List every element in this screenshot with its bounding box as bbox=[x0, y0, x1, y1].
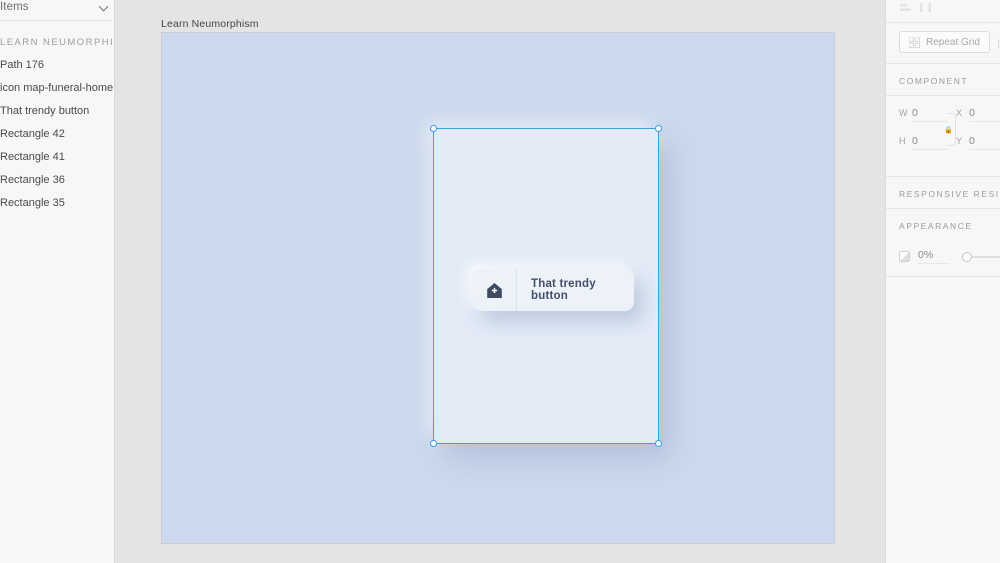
x-label: X bbox=[956, 108, 963, 118]
y-field[interactable]: Y 0 bbox=[956, 135, 1000, 150]
appearance-section: APPEARANCE 0% bbox=[886, 209, 1000, 277]
artboard[interactable]: That trendy button bbox=[162, 33, 834, 543]
height-value[interactable]: 0 bbox=[912, 135, 948, 150]
opacity-value[interactable]: 0% bbox=[918, 249, 950, 264]
list-item[interactable]: Rectangle 41 bbox=[0, 146, 114, 169]
width-label: W bbox=[899, 108, 908, 118]
layers-panel: Items LEARN NEUMORPHISM Path 176 icon ma… bbox=[0, 0, 115, 563]
xd-workspace: Items LEARN NEUMORPHISM Path 176 icon ma… bbox=[0, 0, 1000, 563]
chevron-down-icon[interactable] bbox=[99, 1, 110, 12]
lock-aspect-icon[interactable]: 🔒 bbox=[943, 113, 956, 146]
repeat-grid-section: Repeat Grid bbox=[886, 23, 1000, 64]
width-value[interactable]: 0 bbox=[912, 107, 948, 122]
repeat-grid-label: Repeat Grid bbox=[926, 36, 980, 48]
layer-group-title: LEARN NEUMORPHISM bbox=[0, 37, 115, 48]
neumorphic-button-label: That trendy button bbox=[531, 278, 596, 302]
repeat-grid-button[interactable]: Repeat Grid bbox=[899, 31, 990, 53]
align-toolbar-row bbox=[886, 0, 1000, 23]
responsive-resize-title: RESPONSIVE RESIZE bbox=[899, 189, 1000, 199]
opacity-slider-knob[interactable] bbox=[962, 251, 972, 262]
layers-panel-header[interactable]: Items bbox=[0, 0, 114, 20]
property-inspector: Repeat Grid COMPONENT W 0 X 0 H 0 Y 0 🔒 … bbox=[885, 0, 1000, 563]
opacity-slider[interactable] bbox=[962, 251, 1000, 262]
list-item[interactable]: Rectangle 42 bbox=[0, 123, 114, 146]
y-label: Y bbox=[956, 136, 963, 146]
component-section-title: COMPONENT bbox=[899, 76, 969, 86]
design-canvas[interactable]: Learn Neumorphism That trendy button bbox=[115, 0, 885, 563]
artboard-label[interactable]: Learn Neumorphism bbox=[161, 18, 259, 30]
x-field[interactable]: X 0 bbox=[956, 107, 1000, 122]
align-icon[interactable] bbox=[899, 0, 912, 11]
component-section: COMPONENT bbox=[886, 64, 1000, 96]
neumorphic-button[interactable]: That trendy button bbox=[472, 269, 634, 311]
list-item[interactable]: Rectangle 36 bbox=[0, 169, 114, 192]
opacity-icon bbox=[899, 251, 910, 262]
grid-four-icon bbox=[908, 35, 921, 48]
list-item[interactable]: Path 176 bbox=[0, 54, 114, 77]
responsive-resize-section: RESPONSIVE RESIZE bbox=[886, 177, 1000, 209]
distribute-icon[interactable] bbox=[919, 0, 932, 12]
y-value[interactable]: 0 bbox=[969, 135, 1000, 150]
dimensions-section: W 0 X 0 H 0 Y 0 🔒 bbox=[886, 96, 1000, 177]
list-item[interactable]: That trendy button bbox=[0, 100, 114, 123]
house-cross-icon bbox=[472, 269, 517, 311]
list-item[interactable]: icon map-funeral-home bbox=[0, 77, 114, 100]
x-value[interactable]: 0 bbox=[969, 107, 1000, 122]
appearance-title: APPEARANCE bbox=[899, 221, 973, 231]
list-item[interactable]: Rectangle 35 bbox=[0, 192, 114, 215]
layers-panel-title: Items bbox=[0, 0, 29, 13]
height-label: H bbox=[899, 136, 906, 146]
